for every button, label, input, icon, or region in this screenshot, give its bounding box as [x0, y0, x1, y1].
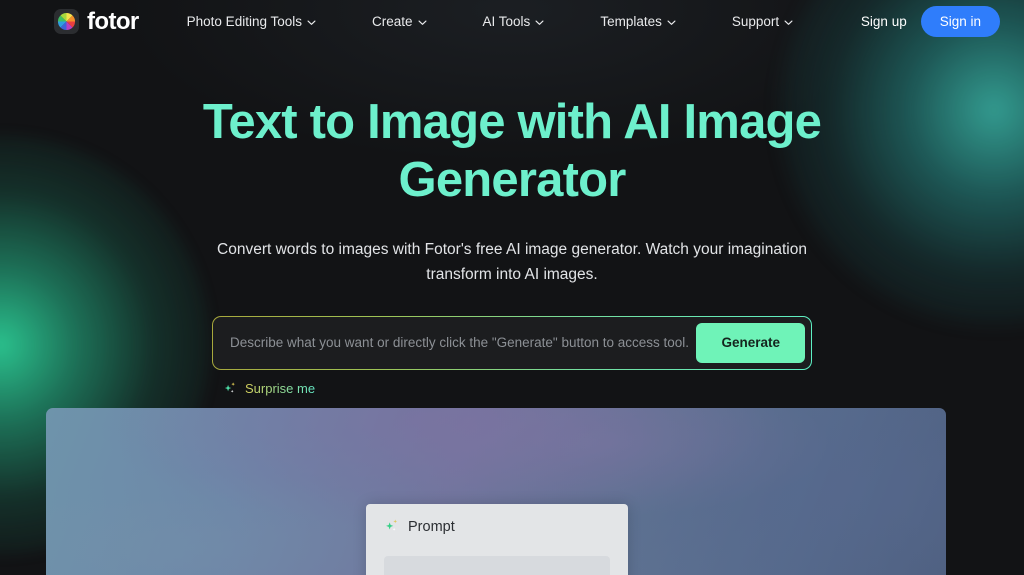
- nav-item-create[interactable]: Create: [355, 8, 444, 35]
- brand-name: fotor: [87, 7, 139, 35]
- nav-item-label: Support: [731, 14, 780, 29]
- nav-item-label: Create: [372, 14, 413, 29]
- chevron-down-icon: [307, 18, 316, 27]
- prompt-bar-container: Generate: [212, 315, 812, 370]
- prompt-input[interactable]: [230, 316, 697, 369]
- chevron-down-icon: [784, 18, 793, 27]
- main-navigation: Photo Editing Tools Create AI Tools Temp…: [170, 8, 810, 35]
- preview-prompt-card-header: Prompt: [366, 504, 628, 535]
- brand-logo-link[interactable]: fotor: [54, 9, 139, 34]
- nav-item-label: Photo Editing Tools: [186, 14, 302, 29]
- preview-prompt-card-label: Prompt: [408, 518, 455, 535]
- nav-item-support[interactable]: Support: [715, 8, 810, 35]
- fotor-color-wheel-logo-icon: [54, 9, 79, 34]
- sparkle-icon: [223, 381, 238, 396]
- nav-item-label: AI Tools: [482, 14, 531, 29]
- surprise-me-label: Surprise me: [245, 380, 316, 396]
- site-header: fotor Photo Editing Tools Create AI Tool…: [0, 0, 1024, 43]
- generate-button[interactable]: Generate: [696, 322, 805, 363]
- preview-prompt-card: Prompt: [366, 504, 628, 575]
- chevron-down-icon: [535, 18, 544, 27]
- nav-item-templates[interactable]: Templates: [583, 8, 693, 35]
- prompt-bar: Generate: [213, 316, 811, 369]
- sparkle-icon: [384, 518, 401, 535]
- nav-item-ai-tools[interactable]: AI Tools: [466, 8, 562, 35]
- header-actions: Sign up Sign in: [861, 6, 1000, 37]
- surprise-me-row: Surprise me: [212, 381, 812, 396]
- page-title: Text to Image with AI Image Generator: [202, 95, 822, 207]
- surprise-me-link[interactable]: Surprise me: [223, 381, 315, 396]
- chevron-down-icon: [418, 18, 427, 27]
- preview-prompt-card-textarea[interactable]: [384, 556, 610, 575]
- nav-item-label: Templates: [600, 14, 662, 29]
- sign-up-link[interactable]: Sign up: [861, 14, 907, 29]
- hero-section: Text to Image with AI Image Generator Co…: [0, 43, 1024, 396]
- nav-item-photo-editing-tools[interactable]: Photo Editing Tools: [170, 8, 333, 35]
- sign-in-button[interactable]: Sign in: [920, 6, 1000, 37]
- chevron-down-icon: [667, 18, 676, 27]
- preview-panel: Prompt: [46, 408, 946, 575]
- page-subtitle: Convert words to images with Fotor's fre…: [217, 240, 807, 283]
